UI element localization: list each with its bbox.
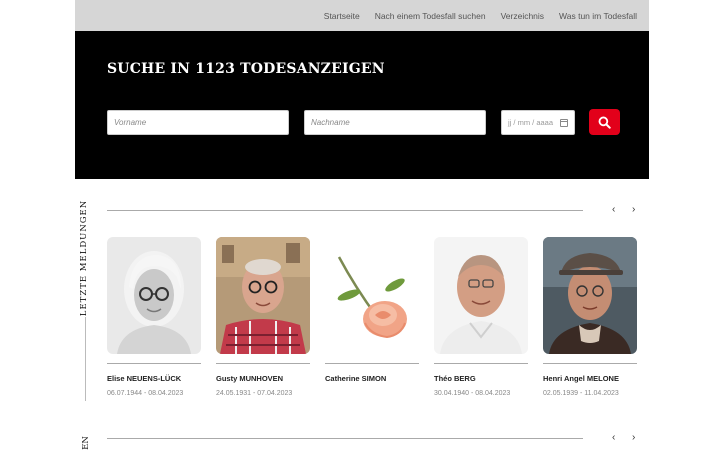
card-name[interactable]: Elise NEUENS-LÜCK — [107, 374, 201, 383]
hero-search: SUCHE IN 1123 TODESANZEIGEN Vorname Nach… — [75, 31, 649, 179]
obituary-card[interactable]: Catherine SIMON — [325, 237, 419, 390]
portrait-photo[interactable] — [543, 237, 637, 354]
portrait-photo[interactable] — [216, 237, 310, 354]
section-divider-vertical — [85, 317, 86, 401]
nav-item-directory[interactable]: Verzeichnis — [501, 11, 544, 21]
card-dates: 02.05.1939 - 11.04.2023 — [543, 390, 619, 397]
card-name[interactable]: Gusty MUNHOVEN — [216, 374, 310, 383]
firstname-input[interactable]: Vorname — [107, 110, 289, 135]
card-name[interactable]: Catherine SIMON — [325, 374, 419, 383]
obituary-card[interactable]: Théo BERG 30.04.1940 - 08.04.2023 — [434, 237, 528, 397]
obituary-card[interactable]: Henri Angel MELONE 02.05.1939 - 11.04.20… — [543, 237, 637, 397]
section-label-text: LETZTE MELDUNGEN — [79, 199, 89, 317]
rose-image[interactable] — [325, 237, 419, 354]
card-divider — [543, 363, 637, 364]
lastname-placeholder: Nachname — [311, 118, 350, 127]
card-divider — [107, 363, 201, 364]
hero-title: SUCHE IN 1123 TODESANZEIGEN — [107, 61, 385, 77]
obituary-card[interactable]: Gusty MUNHOVEN 24.05.1931 - 07.04.2023 — [216, 237, 310, 397]
section-label-next-text: EN — [80, 436, 91, 450]
lastname-input[interactable]: Nachname — [304, 110, 486, 135]
search-button[interactable] — [589, 109, 620, 135]
firstname-placeholder: Vorname — [114, 118, 147, 127]
card-dates: 24.05.1931 - 07.04.2023 — [216, 390, 293, 397]
nav-item-what-to-do[interactable]: Was tun im Todesfall — [559, 11, 637, 21]
chevron-left-icon[interactable]: ‹ — [612, 205, 615, 215]
section-label-latest: LETZTE MELDUNGEN — [77, 200, 91, 316]
chevron-right-icon[interactable]: › — [632, 433, 635, 443]
card-dates: 30.04.1940 - 08.04.2023 — [434, 390, 511, 397]
chevron-left-icon[interactable]: ‹ — [612, 433, 615, 443]
card-name[interactable]: Henri Angel MELONE — [543, 374, 637, 383]
card-divider — [216, 363, 310, 364]
portrait-photo[interactable] — [434, 237, 528, 354]
portrait-photo[interactable] — [107, 237, 201, 354]
obituary-card[interactable]: Elise NEUENS-LÜCK 06.07.1944 - 08.04.202… — [107, 237, 201, 397]
chevron-right-icon[interactable]: › — [632, 205, 635, 215]
section-label-next: EN — [77, 436, 91, 450]
nav-item-startseite[interactable]: Startseite — [324, 11, 360, 21]
top-nav: Startseite Nach einem Todesfall suchen V… — [75, 0, 649, 31]
section-divider — [107, 210, 583, 211]
card-dates: 06.07.1944 - 08.04.2023 — [107, 390, 184, 397]
card-divider — [325, 363, 419, 364]
calendar-icon[interactable] — [560, 118, 568, 127]
date-input[interactable]: jj / mm / aaaa — [501, 110, 575, 135]
page: Startseite Nach einem Todesfall suchen V… — [0, 0, 720, 450]
card-divider — [434, 363, 528, 364]
nav-item-search-death[interactable]: Nach einem Todesfall suchen — [375, 11, 486, 21]
section-divider — [107, 438, 583, 439]
date-placeholder: jj / mm / aaaa — [508, 118, 554, 127]
search-icon — [598, 116, 611, 129]
card-name[interactable]: Théo BERG — [434, 374, 528, 383]
